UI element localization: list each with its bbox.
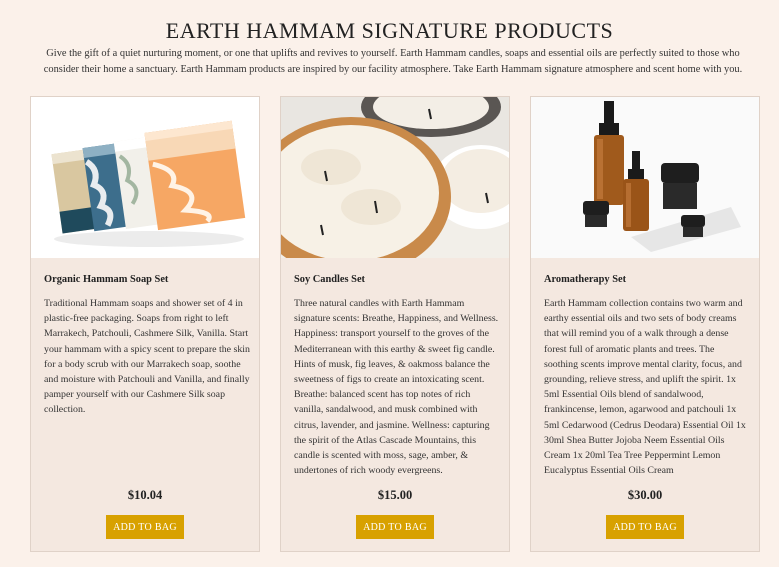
product-price: $10.04 xyxy=(127,488,163,502)
add-to-bag-button[interactable]: ADD TO BAG xyxy=(106,515,184,539)
product-name: Organic Hammam Soap Set xyxy=(44,274,169,285)
add-to-bag-button[interactable]: ADD TO BAG xyxy=(606,515,684,539)
page-title: EARTH HAMMAM SIGNATURE PRODUCTS xyxy=(165,18,614,43)
soap-set-image[interactable] xyxy=(31,97,259,258)
product-price: $30.00 xyxy=(627,488,663,502)
product-card-aromatherapy: Aromatherapy Set Earth Hammam collection… xyxy=(530,96,760,552)
product-card-candles: Soy Candles Set Three natural candles wi… xyxy=(280,96,510,552)
product-name: Aromatherapy Set xyxy=(544,274,627,285)
product-description: Three natural candles with Earth Hammam … xyxy=(294,298,499,477)
product-card-soap: Organic Hammam Soap Set Traditional Hamm… xyxy=(30,96,260,552)
aromatherapy-set-image[interactable] xyxy=(531,97,759,258)
product-description: Traditional Hammam soaps and shower set … xyxy=(44,298,250,416)
product-description: Earth Hammam collection contains two war… xyxy=(544,298,746,477)
product-name: Soy Candles Set xyxy=(294,274,366,285)
add-to-bag-button[interactable]: ADD TO BAG xyxy=(356,515,434,539)
candles-set-image[interactable] xyxy=(281,97,509,258)
product-price: $15.00 xyxy=(377,488,413,502)
intro-text: Give the gift of a quiet nurturing momen… xyxy=(43,48,743,75)
